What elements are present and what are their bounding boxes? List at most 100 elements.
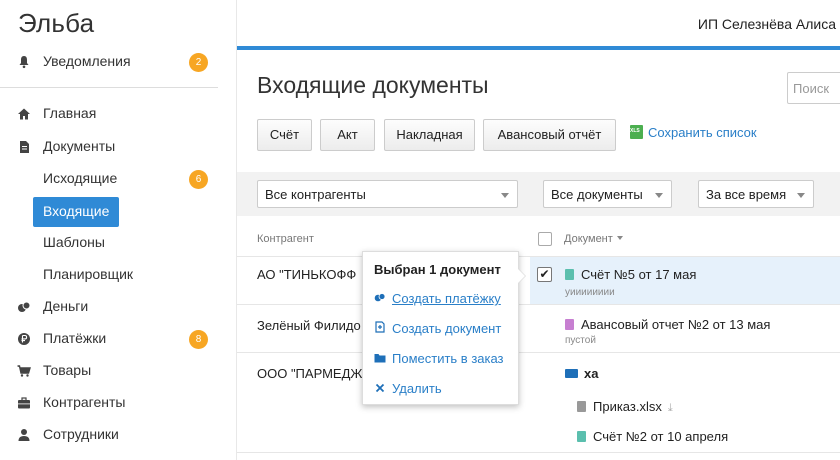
page-title: Входящие документы [257,72,489,98]
sidebar-item-label: Документы [43,138,116,154]
delete-icon [374,383,386,396]
folder-icon [374,353,386,366]
sort-down-icon [616,236,623,240]
create-document-label: Создать документ [392,321,502,336]
sidebar-item-notifications[interactable]: Уведомления 2 [0,47,237,77]
sidebar-item-label: Входящие [43,203,110,219]
row-divider [237,352,840,353]
notification-badge: 2 [189,53,208,72]
document-link[interactable]: Счёт №5 от 17 мая [565,267,696,282]
search-input[interactable]: Поиск [787,72,840,104]
row-contractor[interactable]: АО "ТИНЬКОФФ [257,267,356,282]
save-list-link[interactable]: Сохранить список [630,125,757,140]
documents-filter-select[interactable]: Все документы [543,180,672,208]
outgoing-badge: 6 [189,170,208,189]
save-list-label: Сохранить список [648,125,757,140]
sidebar-item-goods[interactable]: Товары [0,356,237,386]
sidebar: Эльба Уведомления 2 Главная Документы Ис… [0,0,237,460]
sidebar-item-employees[interactable]: Сотрудники [0,420,237,450]
create-payment-action[interactable]: Создать платёжку [374,291,501,306]
document-note: уииииииии [565,287,615,298]
sidebar-item-payments[interactable]: Платёжки 8 [0,324,237,354]
folder-link[interactable]: ха [565,366,598,381]
period-filter-select[interactable]: За все время [698,180,814,208]
sidebar-item-label: Планировщик [43,266,134,282]
sidebar-item-outgoing[interactable]: Исходящие 6 [0,164,237,194]
invoice-file-icon [577,431,586,442]
popup-title: Выбран 1 документ [374,262,501,277]
invoice-file-icon [565,269,574,280]
selection-actions-popup: Выбран 1 документ Создать платёжку Созда… [362,251,526,405]
contractor-filter-value: Все контрагенты [265,187,366,202]
payments-badge: 8 [189,330,208,349]
briefcase-icon [17,396,31,410]
create-invoice-button[interactable]: Счёт [257,119,312,151]
move-to-order-action[interactable]: Поместить в заказ [374,351,504,366]
document-title: Счёт №5 от 17 мая [581,267,697,282]
sidebar-divider [0,87,218,88]
row-contractor[interactable]: Зелёный Филидо [257,318,361,333]
app-logo[interactable]: Эльба [18,8,94,39]
payment-icon [374,292,386,306]
bell-icon [17,55,31,69]
sidebar-item-home[interactable]: Главная [0,99,237,129]
folder-icon [565,369,578,378]
sidebar-item-label: Платёжки [43,330,107,346]
document-link[interactable]: Авансовый отчет №2 от 13 мая [565,317,770,332]
folder-title: ха [584,366,599,381]
sidebar-item-label: Исходящие [43,170,118,186]
chevron-down-icon [797,193,805,198]
download-icon[interactable]: ⤓ [668,402,673,415]
home-icon [17,107,31,121]
sidebar-item-contractors[interactable]: Контрагенты [0,388,237,418]
chevron-down-icon [501,193,509,198]
document-link[interactable]: Счёт №2 от 10 апреля [577,429,728,444]
create-waybill-button[interactable]: Накладная [384,119,475,151]
delete-label: Удалить [392,381,442,396]
delete-action[interactable]: Удалить [374,381,442,396]
sidebar-item-label: Деньги [43,298,89,314]
accent-bar [237,46,840,50]
xls-icon [630,125,643,139]
cart-icon [17,364,31,378]
documents-filter-value: Все документы [551,187,643,202]
coins-icon [17,300,31,314]
row-divider [237,452,840,453]
ruble-icon [17,332,31,346]
sidebar-item-money[interactable]: Деньги [0,292,237,322]
document-title: Счёт №2 от 10 апреля [593,429,729,444]
sidebar-item-label: Шаблоны [43,234,105,250]
move-to-order-label: Поместить в заказ [392,351,504,366]
create-document-action[interactable]: Создать документ [374,321,501,336]
document-title: Приказ.xlsx [593,399,662,414]
create-document-icon [374,321,386,336]
contractor-filter-select[interactable]: Все контрагенты [257,180,518,208]
document-note: пустой [565,335,596,346]
period-filter-value: За все время [706,187,787,202]
document-column-header[interactable]: Документ [564,233,623,245]
user-name[interactable]: ИП Селезнёва Алиса [698,16,836,32]
create-advance-report-button[interactable]: Авансовый отчёт [483,119,616,151]
sidebar-item-documents[interactable]: Документы [0,132,237,162]
row-divider [237,304,840,305]
xlsx-file-icon [577,401,586,412]
select-all-checkbox[interactable] [538,232,552,246]
sidebar-item-incoming[interactable]: Входящие [0,197,237,227]
document-column-label: Документ [564,233,613,245]
person-icon [17,428,31,442]
row-contractor[interactable]: ООО "ПАРМЕДЖ [257,366,362,381]
sidebar-item-templates[interactable]: Шаблоны [0,228,237,258]
create-payment-label: Создать платёжку [392,291,501,306]
chevron-down-icon [655,193,663,198]
contractor-column-header[interactable]: Контрагент [257,233,314,245]
sidebar-item-label: Главная [43,105,97,121]
sidebar-item-label: Товары [43,362,92,378]
document-title: Авансовый отчет №2 от 13 мая [581,317,771,332]
row-checkbox-checked[interactable]: ✔ [537,267,552,282]
create-act-button[interactable]: Акт [320,119,375,151]
document-link[interactable]: Приказ.xlsx ⤓ [577,399,673,415]
sidebar-item-label: Контрагенты [43,394,126,410]
advance-report-file-icon [565,319,574,330]
sidebar-item-label: Уведомления [43,53,131,69]
sidebar-item-planner[interactable]: Планировщик [0,260,237,290]
